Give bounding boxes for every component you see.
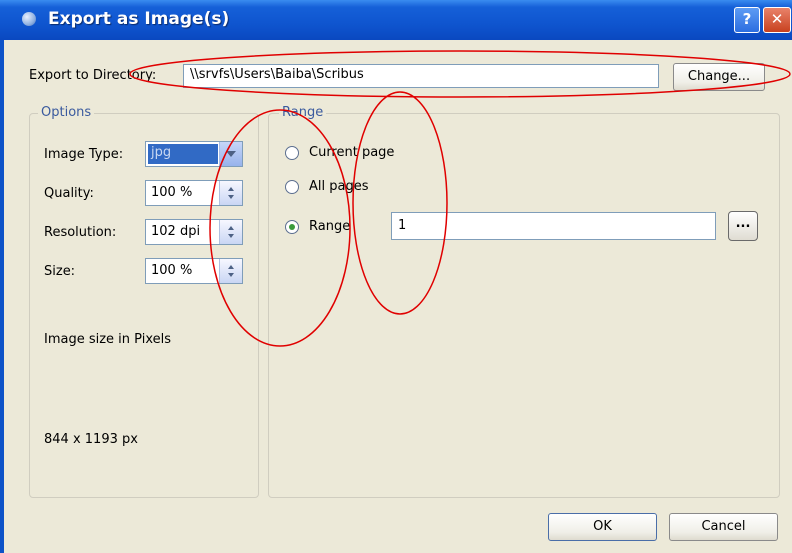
size-value: 100 % xyxy=(151,263,193,278)
quality-spinbox[interactable]: 100 % xyxy=(145,180,243,206)
size-spinbox[interactable]: 100 % xyxy=(145,258,243,284)
quality-label: Quality: xyxy=(44,186,94,201)
cancel-button-label: Cancel xyxy=(701,519,746,534)
range-input-value: 1 xyxy=(398,218,407,233)
title-bar[interactable]: Export as Image(s) ? ✕ xyxy=(0,0,792,40)
close-button[interactable]: ✕ xyxy=(763,7,791,33)
image-type-selected: jpg xyxy=(148,144,218,164)
directory-value: \\srvfs\Users\Baiba\Scribus xyxy=(190,67,364,82)
range-browse-button[interactable]: ... xyxy=(728,211,758,241)
window-border xyxy=(0,40,4,553)
dropdown-arrow-icon[interactable] xyxy=(219,142,242,166)
change-button-label: Change... xyxy=(687,69,751,84)
image-type-value: jpg xyxy=(151,145,172,160)
help-icon: ? xyxy=(742,10,752,28)
resolution-spinbox[interactable]: 102 dpi xyxy=(145,219,243,245)
quality-spin-arrows-icon[interactable] xyxy=(219,181,242,205)
all-pages-radio[interactable] xyxy=(285,180,299,194)
directory-input[interactable]: \\srvfs\Users\Baiba\Scribus xyxy=(183,64,659,88)
range-group xyxy=(268,113,780,498)
ellipsis-icon: ... xyxy=(735,216,751,231)
size-label: Size: xyxy=(44,264,76,279)
resolution-label: Resolution: xyxy=(44,225,117,240)
ok-button-label: OK xyxy=(593,519,612,534)
range-input[interactable]: 1 xyxy=(391,212,716,240)
help-button[interactable]: ? xyxy=(734,7,760,33)
image-size-pixels-value: 844 x 1193 px xyxy=(44,432,138,447)
image-size-pixels-label: Image size in Pixels xyxy=(44,332,172,347)
quality-value: 100 % xyxy=(151,185,193,200)
export-image-dialog: Export as Image(s) ? ✕ Export to Directo… xyxy=(0,0,792,553)
current-page-radio[interactable] xyxy=(285,146,299,160)
dialog-title: Export as Image(s) xyxy=(48,9,230,29)
current-page-label[interactable]: Current page xyxy=(309,145,394,160)
range-radio-label[interactable]: Range xyxy=(309,219,350,234)
all-pages-label[interactable]: All pages xyxy=(309,179,369,194)
directory-label: Export to Directory: xyxy=(29,68,157,83)
range-radio[interactable] xyxy=(285,220,299,234)
image-type-select[interactable]: jpg xyxy=(145,141,243,167)
ok-button[interactable]: OK xyxy=(548,513,657,541)
options-group-title: Options xyxy=(38,105,95,120)
range-group-title: Range xyxy=(279,105,327,120)
resolution-spin-arrows-icon[interactable] xyxy=(219,220,242,244)
cancel-button[interactable]: Cancel xyxy=(669,513,778,541)
close-icon: ✕ xyxy=(770,10,784,28)
resolution-value: 102 dpi xyxy=(151,224,201,239)
change-button[interactable]: Change... xyxy=(673,63,765,91)
size-spin-arrows-icon[interactable] xyxy=(219,259,242,283)
app-icon xyxy=(22,12,36,26)
image-type-label: Image Type: xyxy=(44,147,124,162)
